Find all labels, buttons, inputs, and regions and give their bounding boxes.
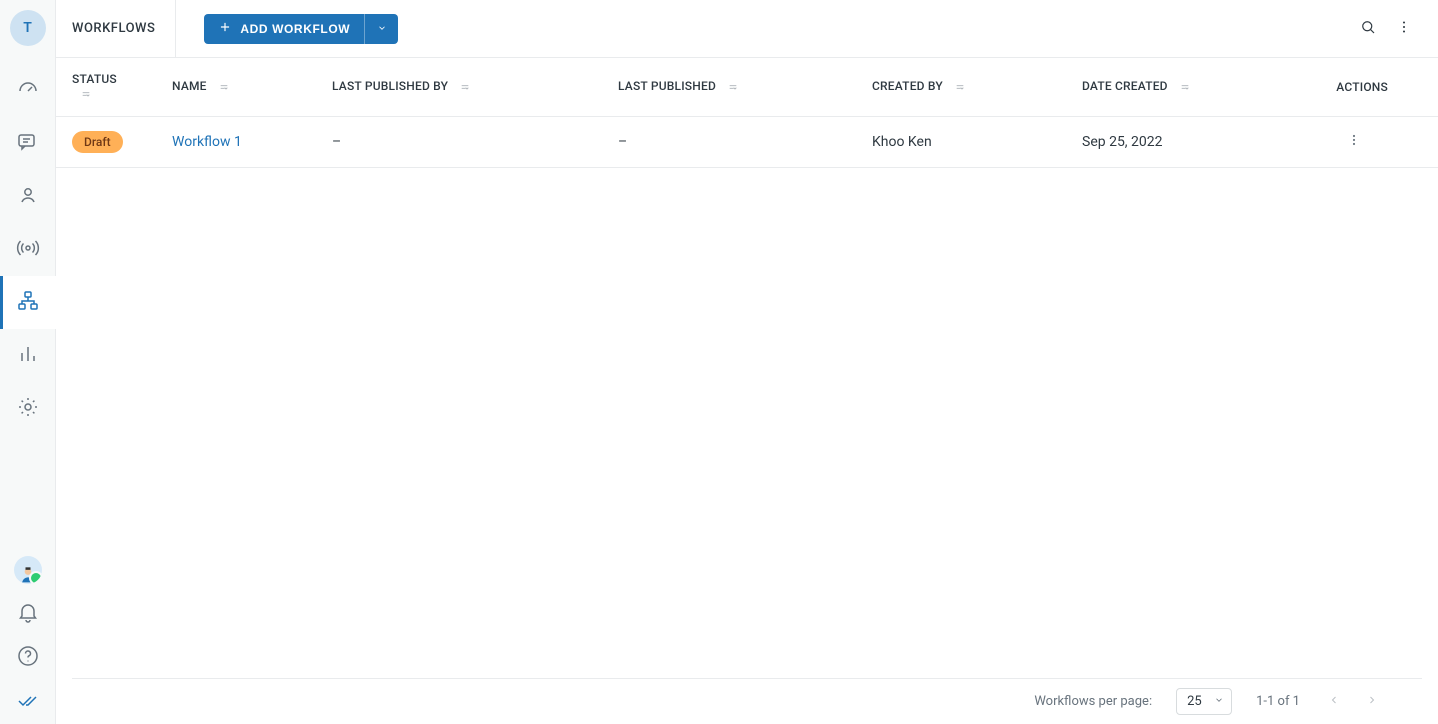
gauge-icon [16, 77, 40, 105]
add-workflow-button[interactable]: ADD WORKFLOW [204, 14, 364, 44]
analytics-icon [16, 342, 40, 370]
page-range: 1-1 of 1 [1256, 694, 1300, 709]
chevron-right-icon [1366, 694, 1378, 710]
col-name-label: NAME [172, 79, 207, 93]
sort-icon [216, 79, 232, 95]
nav-primary [0, 64, 55, 435]
col-actions: ACTIONS [1300, 58, 1438, 117]
topbar: WORKFLOWS ADD WORKFLOW [56, 0, 1438, 58]
add-workflow-dropdown[interactable] [364, 14, 398, 44]
col-lp-label: LAST PUBLISHED [618, 79, 716, 93]
sort-icon [1177, 79, 1193, 95]
workflows-table: STATUS NAME LAST PUBLISHED BY LAST [56, 58, 1438, 168]
bell-icon [16, 600, 40, 628]
nav-reports[interactable] [0, 329, 56, 382]
search-button[interactable] [1350, 11, 1386, 47]
col-actions-label: ACTIONS [1336, 80, 1388, 94]
row-more-button[interactable] [1346, 132, 1366, 152]
col-lpb-label: LAST PUBLISHED BY [332, 79, 448, 93]
gear-icon [16, 395, 40, 423]
nav-conversations[interactable] [0, 117, 56, 170]
pager-nav [1324, 692, 1382, 712]
main: WORKFLOWS ADD WORKFLOW [56, 0, 1438, 724]
add-workflow-group: ADD WORKFLOW [204, 14, 398, 44]
table-row: Draft Workflow 1 – – Khoo Ken Sep 25, 20… [56, 117, 1438, 168]
nav-notifications[interactable] [0, 592, 56, 636]
col-created-by[interactable]: CREATED BY [856, 58, 1066, 117]
workflows-table-wrap: STATUS NAME LAST PUBLISHED BY LAST [56, 58, 1438, 678]
sort-icon [725, 79, 741, 95]
nav-workflows[interactable] [0, 276, 56, 329]
comments-icon [16, 130, 40, 158]
cell-actions [1300, 117, 1438, 168]
help-icon [16, 644, 40, 672]
page-more-button[interactable] [1386, 11, 1422, 47]
col-last-published-by[interactable]: LAST PUBLISHED BY [316, 58, 602, 117]
col-last-published[interactable]: LAST PUBLISHED [602, 58, 856, 117]
prev-page-button[interactable] [1324, 692, 1344, 712]
status-badge: Draft [72, 131, 123, 153]
org-avatar[interactable]: T [10, 10, 46, 46]
sort-icon [78, 86, 94, 102]
search-icon [1359, 18, 1377, 40]
cell-last-published: – [602, 117, 856, 168]
sort-icon [457, 79, 473, 95]
sort-icon [952, 79, 968, 95]
cell-date-created: Sep 25, 2022 [1066, 117, 1300, 168]
nav-secondary [0, 548, 55, 724]
col-date-created[interactable]: DATE CREATED [1066, 58, 1300, 117]
chevron-down-icon [377, 21, 387, 36]
nav-dashboard[interactable] [0, 64, 56, 117]
plus-icon [218, 20, 240, 37]
user-avatar-icon [14, 556, 42, 584]
add-workflow-label: ADD WORKFLOW [240, 22, 350, 36]
cell-status: Draft [56, 117, 156, 168]
cell-last-published-by: – [316, 117, 602, 168]
per-page-label: Workflows per page: [1034, 694, 1152, 709]
cell-name: Workflow 1 [156, 117, 316, 168]
col-dc-label: DATE CREATED [1082, 79, 1168, 93]
nav-settings[interactable] [0, 382, 56, 435]
col-status-label: STATUS [72, 72, 117, 86]
nav-contacts[interactable] [0, 170, 56, 223]
nav-broadcast[interactable] [0, 223, 56, 276]
more-vertical-icon [1346, 132, 1362, 152]
col-name[interactable]: NAME [156, 58, 316, 117]
page-title: WORKFLOWS [72, 0, 176, 57]
nav-help[interactable] [0, 636, 56, 680]
cell-created-by: Khoo Ken [856, 117, 1066, 168]
pagination: Workflows per page: 25 1-1 of 1 [72, 678, 1422, 724]
workflows-icon [16, 289, 40, 317]
chevron-left-icon [1328, 694, 1340, 710]
double-check-icon [16, 688, 40, 716]
broadcast-icon [16, 236, 40, 264]
per-page-value: 25 [1176, 688, 1232, 715]
workflow-link[interactable]: Workflow 1 [172, 134, 242, 150]
per-page-select[interactable]: 25 [1176, 688, 1232, 715]
next-page-button[interactable] [1362, 692, 1382, 712]
nav-user[interactable] [0, 548, 56, 592]
sidebar: T [0, 0, 56, 724]
col-cb-label: CREATED BY [872, 79, 943, 93]
more-vertical-icon [1395, 18, 1413, 40]
col-status[interactable]: STATUS [56, 58, 156, 117]
person-icon [16, 183, 40, 211]
nav-read-all[interactable] [0, 680, 56, 724]
